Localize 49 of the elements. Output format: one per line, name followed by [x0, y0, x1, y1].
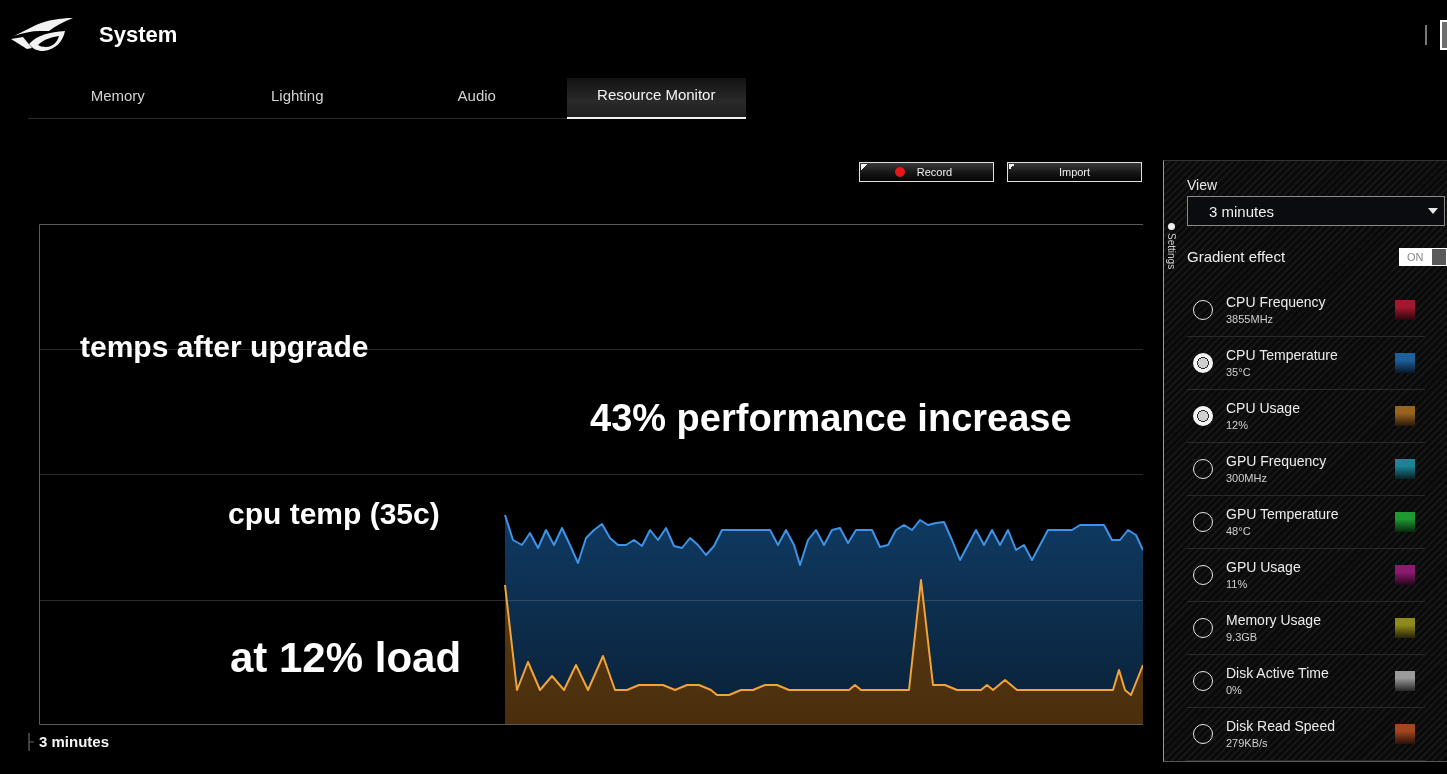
gradient-effect-label: Gradient effect [1187, 248, 1286, 266]
tab[interactable]: Audio [387, 78, 567, 119]
metric-value: 0% [1226, 684, 1242, 697]
metric-name: CPU Frequency [1226, 294, 1326, 311]
metric-item[interactable]: GPU Usage 11% [1187, 549, 1425, 602]
metric-name: GPU Usage [1226, 559, 1301, 576]
metric-name: GPU Frequency [1226, 453, 1327, 470]
metric-item[interactable]: CPU Temperature 35°C [1187, 337, 1425, 390]
window-button[interactable] [1440, 20, 1447, 50]
metric-name: CPU Temperature [1226, 347, 1338, 364]
metric-value: 35°C [1226, 366, 1251, 379]
time-span-label: 3 minutes [39, 733, 110, 751]
settings-tab[interactable]: Settings [1164, 223, 1178, 289]
axis-tick-icon [28, 733, 34, 751]
metric-name: Disk Active Time [1226, 665, 1329, 682]
metric-value: 48°C [1226, 525, 1251, 538]
gradient-toggle[interactable]: ON [1399, 248, 1447, 266]
corner-mark-icon [861, 164, 867, 170]
metric-value: 3855MHz [1226, 313, 1274, 326]
view-label: View [1187, 177, 1218, 194]
metric-value: 11% [1226, 578, 1248, 591]
view-dropdown[interactable]: 3 minutes [1187, 196, 1445, 226]
caret-icon [1428, 208, 1438, 214]
tab[interactable]: Resource Monitor [566, 78, 746, 119]
metric-value: 279KB/s [1226, 737, 1268, 750]
swoosh-emblem-icon [10, 17, 75, 53]
metric-value: 12% [1226, 419, 1249, 432]
metric-item[interactable]: Disk Active Time 0% [1187, 655, 1425, 708]
toggle-knob-icon [1432, 249, 1446, 265]
window-title: System [99, 22, 178, 48]
metric-name: GPU Temperature [1226, 506, 1339, 523]
metric-item[interactable]: CPU Usage 12% [1187, 390, 1425, 443]
metric-item[interactable]: CPU Frequency 3855MHz [1187, 284, 1425, 337]
tab[interactable]: Lighting [207, 78, 387, 119]
dot-icon [1167, 223, 1175, 230]
import-button[interactable]: Import [1007, 162, 1142, 182]
metric-item[interactable]: GPU Temperature 48°C [1187, 496, 1425, 549]
corner-mark-icon [1009, 164, 1015, 170]
metric-value: 9.3GB [1226, 631, 1258, 644]
tab[interactable]: Memory [28, 78, 208, 119]
record-button[interactable]: Record [859, 162, 994, 182]
metric-value: 300MHz [1226, 472, 1267, 485]
record-dot-icon [894, 167, 905, 177]
metric-item[interactable]: Disk Read Speed 279KB/s [1187, 708, 1425, 761]
metric-name: Disk Read Speed [1226, 718, 1335, 735]
metric-item[interactable]: GPU Frequency 300MHz [1187, 443, 1425, 496]
metric-name: CPU Usage [1226, 400, 1300, 417]
metric-name: Memory Usage [1226, 612, 1321, 629]
metric-item[interactable]: Memory Usage 9.3GB [1187, 602, 1425, 655]
